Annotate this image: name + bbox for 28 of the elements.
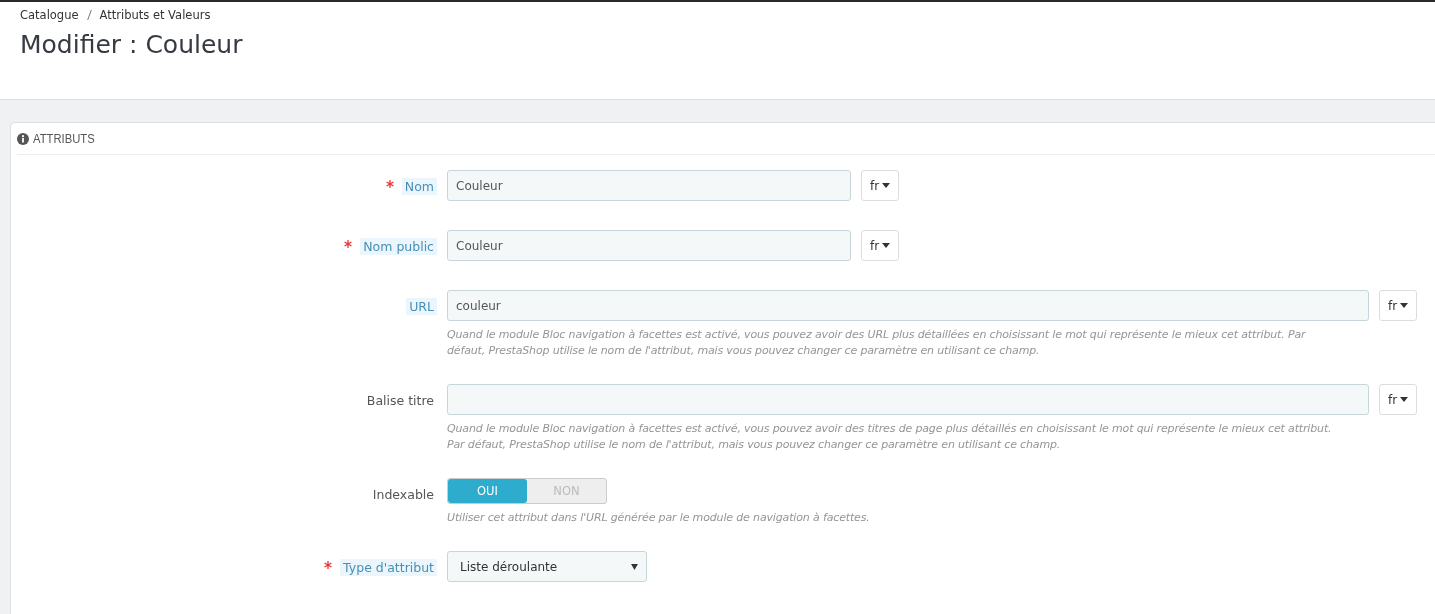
language-dropdown[interactable]: fr [1379,384,1417,415]
field-label: Nom [401,178,437,195]
language-dropdown[interactable]: fr [861,170,899,201]
field-label: Nom public [360,238,437,255]
field-label: Indexable [371,486,435,503]
text-input[interactable]: couleur [447,290,1369,321]
language-dropdown[interactable]: fr [1379,290,1417,321]
text-input[interactable] [447,384,1369,415]
field-label: Balise titre [365,392,435,409]
info-icon [17,132,29,145]
caret-icon [882,243,891,248]
text-input[interactable]: Couleur [447,230,851,261]
caret-icon [1400,303,1409,308]
help-text: Quand le module Bloc navigation à facettes est activé, vous pouvez avoir des URL plus détaillées en choisissant le mot qui représente le mieux cet attribut. Par défaut, PrestaShop utilise le nom de l'attribut, mais vous pouvez changer ce paramètre en utilisant ce champ. [447,327,1307,359]
page-title: Modifier : Couleur [20,30,244,59]
language-dropdown[interactable]: fr [861,230,899,261]
caret-icon [882,183,891,188]
field-label: Type d'attribut [340,559,437,576]
breadcrumb-link[interactable]: Catalogue [20,8,79,22]
panel-heading: ATTRIBUTS [33,131,95,146]
attribute-type-select[interactable]: Liste déroulante [447,551,647,582]
help-text: Quand le module Bloc navigation à facettes est activé, vous pouvez avoir des titres de page plus détaillés en choisissant le mot qui représente le mieux cet attribut. Par défaut, PrestaShop utilise le nom de l'attribut, mais vous pouvez changer ce paramètre en utilisant ce champ. [447,421,1333,453]
breadcrumb-link[interactable]: Attributs et Valeurs [99,8,211,22]
text-input[interactable]: Couleur [447,170,851,201]
caret-icon [631,563,638,570]
help-text: Utiliser cet attribut dans l'URL générée par le module de navigation à facettes. [447,510,870,526]
caret-icon [1400,397,1409,402]
field-label: URL [406,298,437,315]
